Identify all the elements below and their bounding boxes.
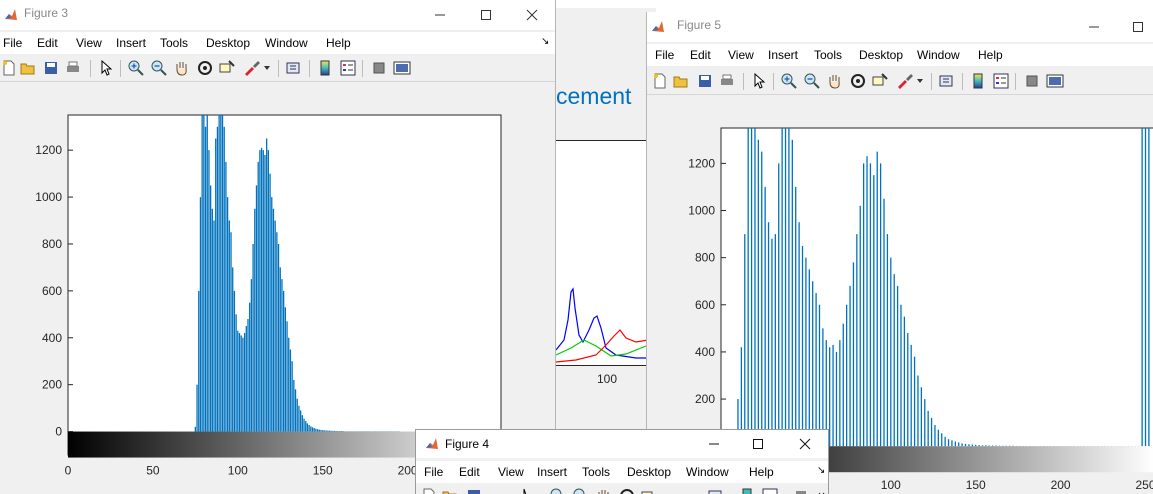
x-tick-label: 200: [1051, 478, 1071, 492]
figure3-window: Figure 3 File Edit View Insert Tools Des…: [0, 0, 556, 494]
y-tick-label: 1000: [688, 204, 715, 218]
y-tick-label: 1200: [35, 143, 62, 157]
edit-plot-arrow-icon[interactable]: [519, 487, 537, 494]
menu-help[interactable]: Help: [749, 465, 774, 479]
figure4-maximize-button[interactable]: [738, 432, 778, 456]
more-tools-icon[interactable]: [814, 487, 828, 494]
x-tick-label: 0: [65, 464, 72, 478]
x-tick-label: 50: [146, 464, 160, 478]
menu-tools[interactable]: Tools: [582, 465, 610, 479]
figure4-window: Figure 4 File Edit View Insert Tools Des…: [415, 429, 829, 494]
x-tick-label: 150: [966, 478, 986, 492]
y-tick-label: 200: [695, 392, 715, 406]
minimize-icon: [709, 443, 719, 445]
brush-icon[interactable]: [665, 487, 683, 494]
figure4-minimize-button[interactable]: [694, 432, 734, 456]
y-tick-label: 200: [42, 378, 62, 392]
data-cursor-icon[interactable]: [640, 487, 658, 494]
new-figure-icon[interactable]: [420, 487, 438, 494]
colorbar-icon[interactable]: [738, 487, 756, 494]
maximize-icon: [753, 439, 763, 449]
menu-insert[interactable]: Insert: [537, 465, 567, 479]
menu-window[interactable]: Window: [686, 465, 729, 479]
rotate-3d-icon[interactable]: [618, 487, 636, 494]
matlab-icon: [425, 437, 439, 456]
menu-file[interactable]: File: [424, 465, 443, 479]
legend-icon[interactable]: [761, 487, 779, 494]
print-icon[interactable]: [487, 487, 505, 494]
hide-plot-tools-icon[interactable]: [792, 487, 810, 494]
figure3-histogram: 0200400600800100012000 50 100 150 200: [35, 114, 502, 478]
x-tick-label: 100: [228, 464, 248, 478]
zoom-in-icon[interactable]: [549, 487, 567, 494]
menu-view[interactable]: View: [498, 465, 524, 479]
y-tick-label: 400: [42, 331, 62, 345]
y-tick-label: 600: [695, 298, 715, 312]
figure4-titlebar[interactable]: Figure 4: [416, 430, 828, 458]
figure4-title: Figure 4: [445, 437, 490, 451]
menu-desktop[interactable]: Desktop: [627, 465, 671, 479]
figure4-close-button[interactable]: [785, 432, 825, 456]
y-tick-label: 600: [42, 284, 62, 298]
open-icon[interactable]: [441, 487, 459, 494]
x-tick-label: 250: [1135, 478, 1153, 492]
background-x-tick: 100: [597, 372, 618, 386]
plot-area: [67, 114, 502, 456]
dock-arrow-icon[interactable]: ↘: [817, 465, 825, 476]
x-tick-label: 150: [313, 464, 333, 478]
zoom-out-icon[interactable]: [572, 487, 590, 494]
background-figure-window: cement 100: [556, 0, 656, 494]
x-tick-label: 100: [881, 478, 901, 492]
y-tick-label: 1200: [688, 156, 715, 170]
figure5-window: Figure 5 File Edit View Insert Tools Des…: [646, 12, 1153, 494]
y-tick-label: 400: [695, 345, 715, 359]
y-tick-label: 1000: [35, 190, 62, 204]
figure4-menubar: File Edit View Insert Tools Desktop Wind…: [416, 461, 828, 483]
y-tick-label: 800: [695, 251, 715, 265]
menu-edit[interactable]: Edit: [459, 465, 480, 479]
figure4-toolbar: [416, 485, 828, 494]
figure5-histogram: 200 400 600 800 1000 1200 100 150 200 250: [688, 127, 1153, 492]
background-curves: [556, 287, 656, 363]
close-icon: [799, 438, 811, 450]
save-icon[interactable]: [465, 487, 483, 494]
y-tick-label: 0: [55, 425, 62, 439]
y-tick-label: 800: [42, 237, 62, 251]
pan-icon[interactable]: [595, 487, 613, 494]
link-plot-icon[interactable]: [707, 487, 725, 494]
